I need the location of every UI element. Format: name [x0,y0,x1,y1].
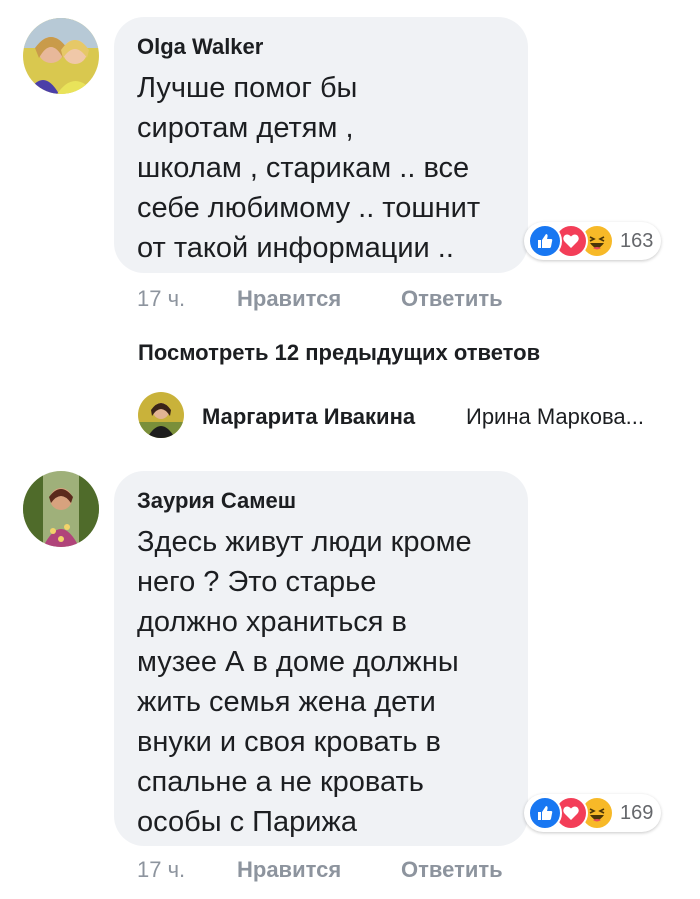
comment-text-line: музее А в доме должны [137,646,459,678]
avatar [138,392,184,438]
collapsed-reply[interactable]: Маргарита Ивакина Ирина Маркова... [138,392,678,442]
comment-text: Лучше помог бы сиротам детям , школам , … [137,68,480,268]
comment-text-line: спальне а не кровать [137,766,424,798]
reactions-summary[interactable]: 163 [524,222,662,260]
reaction-count: 169 [620,801,654,824]
comment-meta: 17 ч. Нравится Ответить [137,286,557,314]
reply-button[interactable]: Ответить [401,286,503,312]
comment-text-line: от такой информации .. [137,232,454,264]
reply-snippet: Ирина Маркова... [466,404,644,429]
comment-meta: 17 ч. Нравится Ответить [137,857,557,885]
reactions-summary[interactable]: 169 [524,794,662,832]
like-icon [528,224,562,258]
reaction-count: 163 [620,229,654,252]
reply-author[interactable]: Маргарита Ивакина [202,404,415,430]
comment-text-line: особы с Парижа [137,806,357,838]
comment-text-line: должно храниться в [137,606,407,638]
comment-text-line: сиротам детям , [137,112,354,144]
comment-text-line: него ? Это старье [137,566,377,598]
comment-text-line: Лучше помог бы [137,72,358,104]
like-button[interactable]: Нравится [237,286,341,312]
avatar[interactable] [23,18,99,94]
comment-text-line: внуки и своя кровать в [137,726,441,758]
comment-text-line: себе любимому .. тошнит [137,192,481,224]
comment-author[interactable]: Olga Walker [137,34,263,60]
comment-text-line: школам , старикам .. все [137,152,470,184]
comment-text: Здесь живут люди кроме него ? Это старье… [137,522,472,842]
comment-text-line: жить семья жена дети [137,686,436,718]
view-previous-replies-link[interactable]: Посмотреть 12 предыдущих ответов [138,340,540,366]
reply-button[interactable]: Ответить [401,857,503,883]
timestamp[interactable]: 17 ч. [137,857,185,883]
like-button[interactable]: Нравится [237,857,341,883]
like-icon [528,796,562,830]
comment-author[interactable]: Заурия Самеш [137,488,296,514]
avatar[interactable] [23,471,99,547]
comment-text-line: Здесь живут люди кроме [137,526,472,558]
timestamp[interactable]: 17 ч. [137,286,185,312]
